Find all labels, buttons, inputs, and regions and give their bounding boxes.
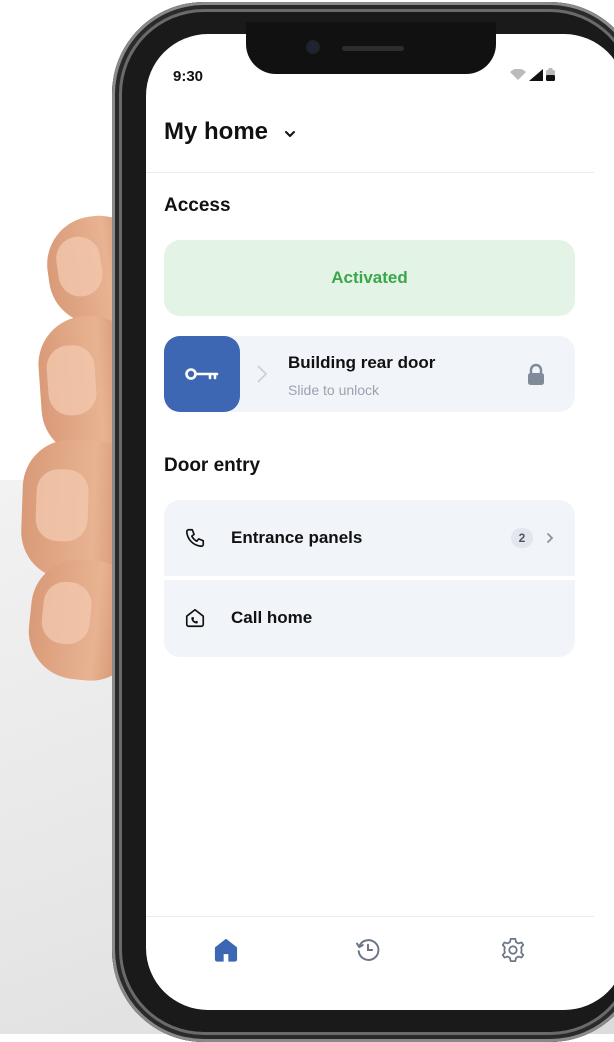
nav-settings[interactable] <box>497 934 529 966</box>
chevron-right-icon <box>257 365 268 383</box>
list-item-call-home[interactable]: Call home <box>164 580 575 656</box>
phone-notch <box>246 22 496 74</box>
slide-to-unlock-handle[interactable] <box>164 336 240 412</box>
wifi-icon <box>510 68 526 80</box>
nav-home[interactable] <box>210 934 242 966</box>
count-badge: 2 <box>511 528 533 548</box>
phone-icon <box>185 528 205 548</box>
camera-icon <box>308 42 318 52</box>
battery-icon <box>546 68 555 81</box>
door-hint: Slide to unlock <box>288 382 380 398</box>
header-divider <box>146 172 594 173</box>
list-item-label: Entrance panels <box>231 528 363 547</box>
access-status-label: Activated <box>331 268 408 287</box>
gear-icon <box>501 938 525 962</box>
door-name: Building rear door <box>288 353 436 372</box>
chevron-down-icon[interactable] <box>284 130 296 138</box>
door-slide-card[interactable]: Building rear door Slide to unlock <box>164 336 575 412</box>
list-item-label: Call home <box>231 608 313 627</box>
access-status-banner: Activated <box>164 240 575 316</box>
history-icon <box>355 939 380 961</box>
status-time: 9:30 <box>173 68 204 85</box>
home-phone-icon <box>185 608 205 628</box>
key-icon <box>185 368 219 380</box>
home-icon <box>214 938 238 962</box>
status-icons <box>510 68 555 81</box>
section-title-access: Access <box>164 195 231 216</box>
speaker-grille <box>342 46 404 51</box>
list-item-entrance-panels[interactable]: Entrance panels 2 <box>164 500 575 576</box>
nav-history[interactable] <box>352 934 384 966</box>
signal-icon <box>529 68 543 81</box>
page-title[interactable]: My home <box>164 118 268 146</box>
door-entry-card: Entrance panels 2 Call home <box>164 500 575 657</box>
bottom-nav-divider <box>146 916 594 917</box>
section-title-door-entry: Door entry <box>164 455 261 476</box>
lock-icon <box>528 363 544 385</box>
chevron-right-icon <box>547 533 554 543</box>
